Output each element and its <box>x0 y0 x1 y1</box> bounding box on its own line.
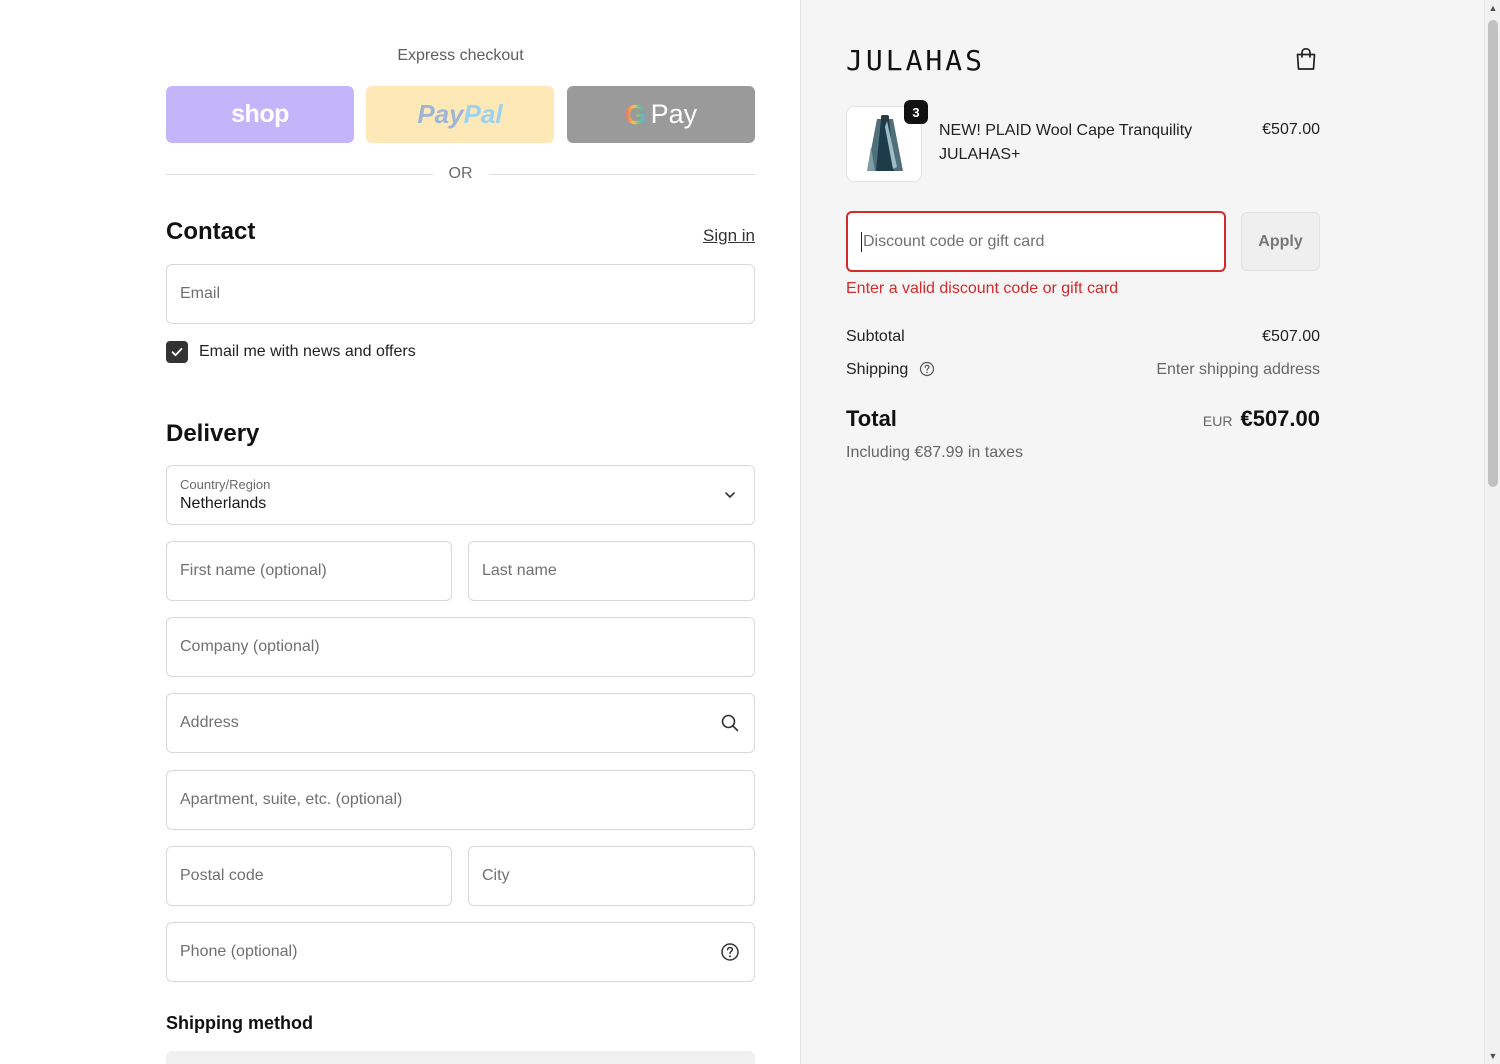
postal-code-placeholder: Postal code <box>180 867 264 884</box>
brand-logo[interactable]: JULAHAS <box>846 44 985 77</box>
company-field[interactable]: Company (optional) <box>166 617 755 677</box>
country-value: Netherlands <box>180 494 267 512</box>
search-icon <box>721 714 739 732</box>
shop-pay-label: shop <box>231 100 289 128</box>
chevron-down-icon <box>725 492 735 498</box>
help-icon[interactable] <box>720 942 740 962</box>
shipping-label: Shipping <box>846 361 909 378</box>
shop-pay-button[interactable]: shop <box>166 86 354 143</box>
first-name-placeholder: First name (optional) <box>180 562 327 579</box>
phone-field[interactable]: Phone (optional) <box>166 922 755 982</box>
express-checkout-title: Express checkout <box>397 47 524 64</box>
page-scrollbar[interactable]: ▲ ▼ <box>1484 0 1500 1064</box>
shipping-label-group: Shipping <box>846 361 935 379</box>
scroll-up-arrow-icon[interactable]: ▲ <box>1485 0 1500 16</box>
shipping-row: Shipping Enter shipping address <box>846 361 1320 379</box>
postal-code-field[interactable]: Postal code <box>166 846 452 906</box>
discount-error-message: Enter a valid discount code or gift card <box>846 280 1119 297</box>
sign-in-link[interactable]: Sign in <box>695 226 755 246</box>
product-price: €507.00 <box>1262 121 1320 138</box>
company-placeholder: Company (optional) <box>180 638 320 655</box>
subtotal-value: €507.00 <box>1262 328 1320 345</box>
email-field[interactable]: Email <box>166 264 755 324</box>
total-value-group: EUR €507.00 <box>1203 406 1320 432</box>
scroll-down-arrow-icon[interactable]: ▼ <box>1485 1048 1500 1064</box>
or-text: OR <box>448 165 473 182</box>
or-divider: OR <box>166 163 755 185</box>
product-name: NEW! PLAID Wool Cape Tranquility JULAHAS… <box>939 122 1193 163</box>
country-select[interactable]: Country/Region Netherlands <box>166 465 755 525</box>
newsletter-option[interactable]: Email me with news and offers <box>166 341 416 363</box>
discount-code-input[interactable]: Discount code or gift card <box>846 211 1226 272</box>
quantity-badge: 3 <box>904 100 928 124</box>
address-placeholder: Address <box>180 714 239 731</box>
paypal-label-pal: Pal <box>463 99 503 129</box>
subtotal-label: Subtotal <box>846 328 905 345</box>
shipping-method-box <box>166 1051 755 1064</box>
last-name-placeholder: Last name <box>482 562 557 579</box>
phone-placeholder: Phone (optional) <box>180 943 298 960</box>
apply-button[interactable]: Apply <box>1241 212 1320 271</box>
taxes-note: Including €87.99 in taxes <box>846 444 1024 461</box>
total-amount: €507.00 <box>1240 406 1320 431</box>
google-pay-label: Pay <box>650 99 698 129</box>
newsletter-label: Email me with news and offers <box>199 343 416 360</box>
delivery-title: Delivery <box>166 420 260 447</box>
discount-placeholder: Discount code or gift card <box>863 232 1045 250</box>
apartment-placeholder: Apartment, suite, etc. (optional) <box>180 791 403 808</box>
divider-line <box>488 173 755 175</box>
product-thumbnail: 3 <box>846 100 928 182</box>
apartment-field[interactable]: Apartment, suite, etc. (optional) <box>166 770 755 830</box>
paypal-label-pay: Pay <box>417 99 464 129</box>
newsletter-checkbox[interactable] <box>166 341 188 363</box>
contact-title: Contact <box>166 218 256 245</box>
google-pay-button[interactable]: G Pay <box>567 86 755 143</box>
first-name-field[interactable]: First name (optional) <box>166 541 452 601</box>
email-placeholder: Email <box>180 285 221 302</box>
total-row: Total EUR €507.00 <box>846 406 1320 432</box>
shipping-value: Enter shipping address <box>1156 361 1320 378</box>
city-field[interactable]: City <box>468 846 755 906</box>
city-placeholder: City <box>482 867 510 884</box>
last-name-field[interactable]: Last name <box>468 541 755 601</box>
scrollbar-thumb[interactable] <box>1488 20 1498 487</box>
divider-line <box>166 173 433 175</box>
country-label: Country/Region <box>180 476 271 492</box>
address-field[interactable]: Address <box>166 693 755 753</box>
subtotal-row: Subtotal €507.00 <box>846 328 1320 346</box>
google-g-icon: G <box>624 98 647 130</box>
shipping-help-icon[interactable] <box>919 361 935 377</box>
text-cursor <box>861 231 862 252</box>
shopping-bag-icon[interactable] <box>1293 46 1319 72</box>
shipping-method-title: Shipping method <box>166 1013 313 1033</box>
total-currency: EUR <box>1202 413 1233 429</box>
checkmark-icon <box>171 347 183 357</box>
total-label: Total <box>846 406 897 431</box>
checkout-form-panel: Express checkout shop Pay Pal G Pay OR Co… <box>0 0 801 1064</box>
paypal-button[interactable]: Pay Pal <box>366 86 554 143</box>
